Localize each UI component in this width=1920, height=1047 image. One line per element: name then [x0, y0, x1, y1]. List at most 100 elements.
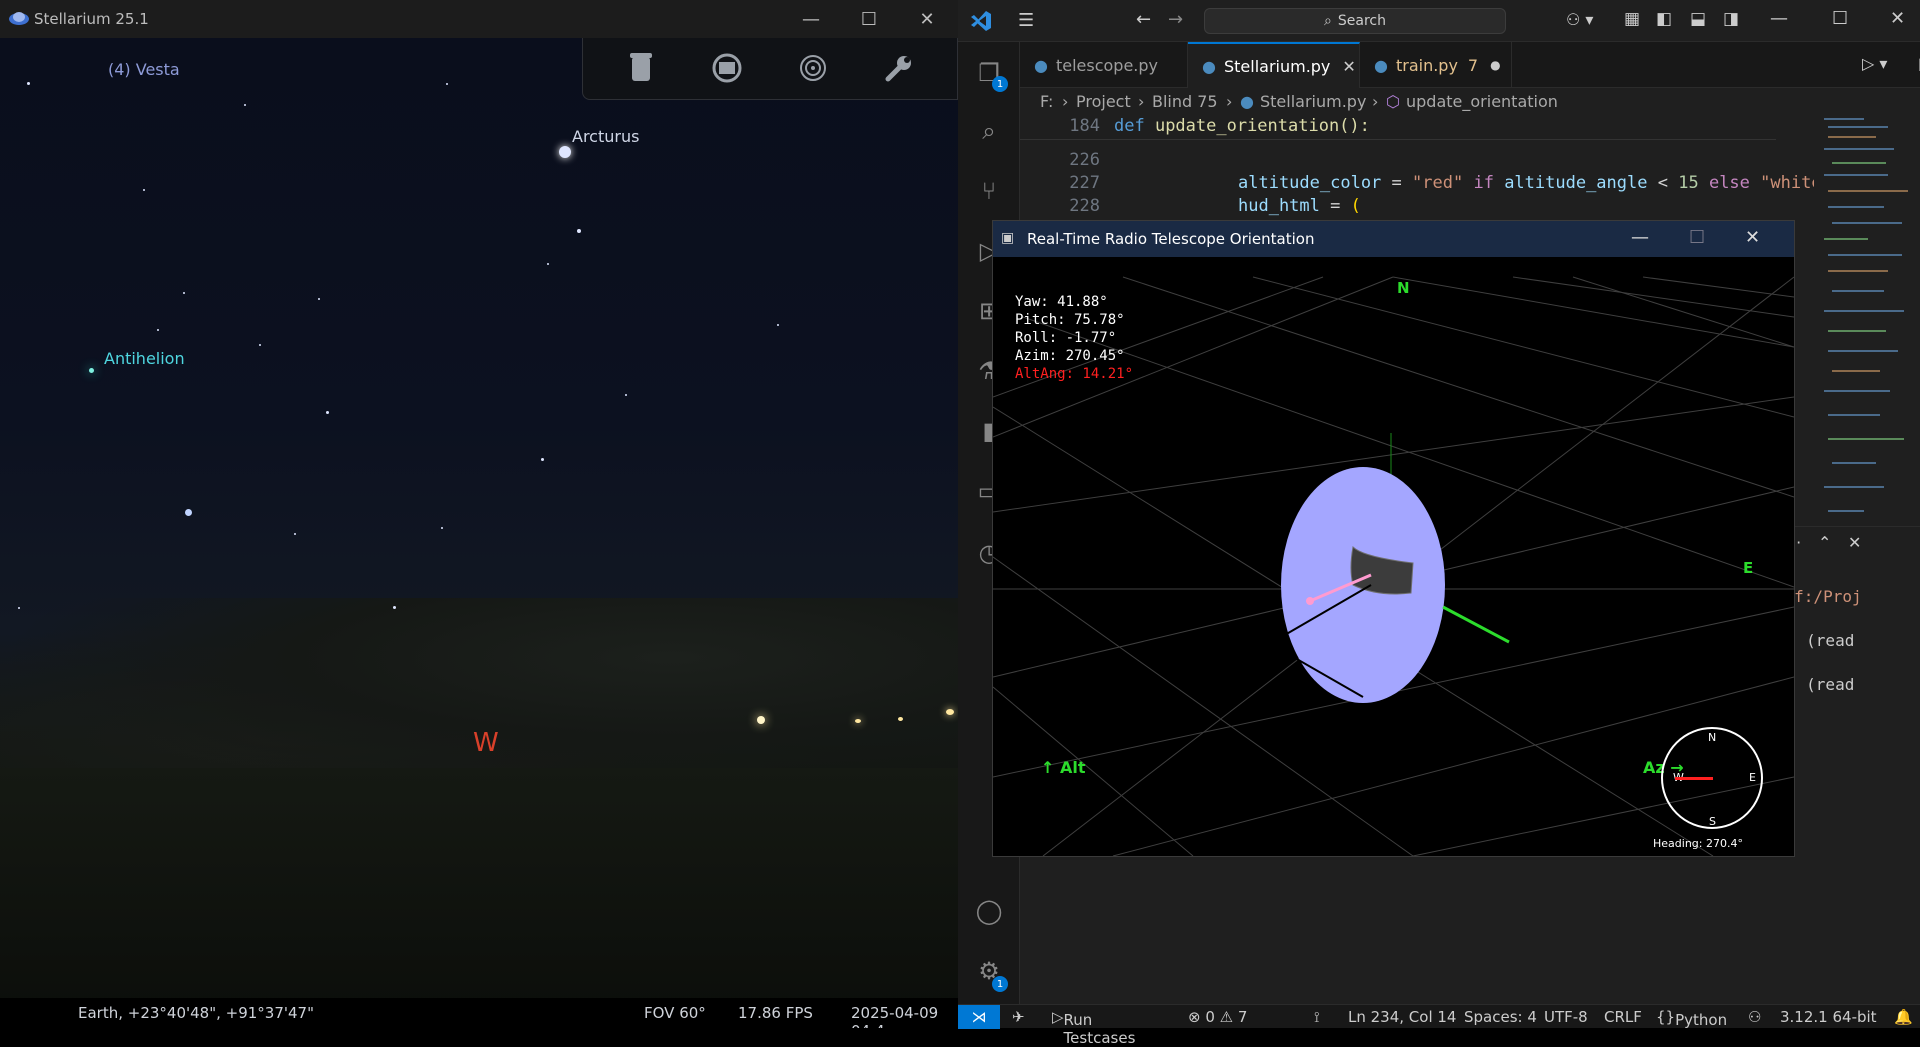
toggle-secondary-sidebar-icon[interactable]: ◨	[1723, 9, 1739, 29]
tab-telescope[interactable]: ● telescope.py	[1020, 42, 1188, 88]
copilot-icon[interactable]: ⚇ ▾	[1566, 10, 1593, 29]
antihelion-marker[interactable]	[89, 368, 94, 373]
radio-telescope-titlebar: ▣ Real-Time Radio Telescope Orientation …	[993, 221, 1794, 257]
source-control-icon[interactable]: ⑂	[970, 172, 1008, 210]
breadcrumb-item[interactable]: Blind 75	[1152, 92, 1218, 111]
sky-view[interactable]: (4) Vesta Arcturus Antihelion W	[0, 38, 958, 1028]
indentation[interactable]: Spaces: 4	[1464, 1008, 1537, 1026]
altitude-axis-label: ↑ Alt	[1041, 758, 1086, 777]
code-line-text: update_orientation():	[1154, 116, 1370, 136]
radio-telescope-window: ▣ Real-Time Radio Telescope Orientation …	[992, 220, 1795, 857]
breadcrumb-item[interactable]: Stellarium.py	[1260, 92, 1366, 111]
star	[393, 606, 396, 609]
breadcrumb-item[interactable]: F:	[1040, 92, 1053, 111]
altitude-angle-readout: AltAng: 14.21°	[1015, 366, 1134, 382]
minimap-line	[1828, 350, 1898, 352]
run-file-icon[interactable]: ▷ ▾	[1862, 54, 1887, 73]
minimap[interactable]	[1814, 114, 1920, 524]
stellarium-titlebar: Stellarium 25.1 — ☐ ✕	[0, 0, 958, 38]
encoding[interactable]: UTF-8	[1544, 1008, 1588, 1026]
line-number: 184	[1069, 116, 1100, 136]
wrench-icon[interactable]	[881, 50, 917, 86]
arcturus-label: Arcturus	[572, 127, 640, 146]
target-icon[interactable]	[795, 50, 831, 86]
python-file-icon: ●	[1374, 55, 1388, 75]
azimuth-readout: Azim: 270.45°	[1015, 348, 1125, 364]
language-label: Python	[1675, 1011, 1728, 1029]
breadcrumb-item[interactable]: Project	[1076, 92, 1131, 111]
app-icon: ▣	[1001, 230, 1015, 246]
close-button[interactable]: ✕	[1745, 227, 1760, 248]
arcturus-star[interactable]	[559, 146, 571, 158]
close-button[interactable]: ✕	[1890, 8, 1905, 29]
minimize-button[interactable]: —	[1770, 8, 1788, 29]
forward-arrow-icon[interactable]: →	[1168, 9, 1183, 30]
modified-dot-icon[interactable]: ●	[1490, 58, 1500, 72]
python-interpreter[interactable]: 3.12.1 64-bit	[1780, 1008, 1877, 1026]
fps-readout: 17.86 FPS	[738, 1004, 813, 1022]
search-icon[interactable]: ⌕	[970, 112, 1008, 150]
close-panel-icon[interactable]: ✕	[1848, 533, 1861, 552]
maximize-panel-icon[interactable]: ⌃	[1818, 533, 1831, 552]
breadcrumb-separator: ›	[1226, 92, 1233, 111]
tab-label: Stellarium.py	[1223, 56, 1331, 76]
layout-customize-icon[interactable]: ▦	[1624, 9, 1640, 29]
maximize-button[interactable]: ☐	[1832, 8, 1848, 29]
cursor-position[interactable]: Ln 234, Col 14	[1348, 1008, 1456, 1026]
roll-readout: Roll: -1.77°	[1015, 330, 1117, 346]
minimize-button[interactable]: —	[782, 0, 840, 38]
pitch-readout: Pitch: 75.78°	[1015, 312, 1125, 328]
close-tab-icon[interactable]: ✕	[1342, 57, 1355, 76]
language-mode[interactable]: {} Python	[1656, 1008, 1727, 1029]
radio-telescope-title: Real-Time Radio Telescope Orientation	[1027, 230, 1315, 248]
toggle-panel-icon[interactable]: ⬓	[1690, 9, 1706, 29]
minimap-line	[1824, 390, 1890, 392]
code-line: altitude_color = "red" if altitude_angle…	[1238, 173, 1832, 193]
line-ending[interactable]: CRLF	[1604, 1008, 1642, 1026]
vesta-star[interactable]	[185, 509, 192, 516]
star	[294, 533, 296, 535]
problems-indicator[interactable]: ⊗ 0 ⚠ 7	[1188, 1008, 1247, 1026]
ground-light	[946, 709, 954, 715]
copilot-status-icon[interactable]: ⚇	[1748, 1008, 1761, 1026]
maximize-button[interactable]: ☐	[1689, 227, 1705, 248]
back-arrow-icon[interactable]: ←	[1136, 9, 1151, 30]
ground-light	[757, 716, 765, 724]
rocket-icon[interactable]: ✈	[1012, 1008, 1025, 1026]
run-testcases-button[interactable]: ▷ Run Testcases	[1052, 1008, 1135, 1047]
tab-label: telescope.py	[1055, 55, 1159, 75]
yaw-readout: Yaw: 41.88°	[1015, 294, 1108, 310]
star	[441, 527, 443, 529]
python-file-icon: ●	[1202, 56, 1216, 76]
toggle-sidebar-icon[interactable]: ◧	[1656, 9, 1672, 29]
command-search-input[interactable]: ⌕ Search	[1204, 8, 1506, 34]
tab-train[interactable]: ● train.py 7 ●	[1360, 42, 1512, 88]
breadcrumb-separator: ›	[1372, 92, 1379, 111]
minimap-line	[1832, 462, 1876, 464]
minimap-line	[1832, 290, 1884, 292]
minimap-line	[1828, 270, 1888, 272]
account-icon[interactable]: ◯	[970, 892, 1008, 930]
minimize-button[interactable]: —	[1631, 227, 1649, 248]
tab-stellarium[interactable]: ● Stellarium.py ✕	[1188, 42, 1360, 88]
breadcrumb-item[interactable]: update_orientation	[1406, 92, 1558, 111]
code-line: hud_html = (	[1238, 196, 1361, 216]
menu-icon[interactable]: ☰	[1018, 10, 1034, 31]
close-button[interactable]: ✕	[898, 0, 956, 38]
window-icon[interactable]	[709, 50, 745, 86]
notifications-bell-icon[interactable]: 🔔	[1894, 1008, 1913, 1026]
trash-icon[interactable]	[623, 50, 659, 86]
search-icon: ⌕	[1324, 13, 1332, 29]
remote-indicator-icon[interactable]: ⋊	[958, 1005, 1000, 1029]
maximize-button[interactable]: ☐	[840, 0, 898, 38]
tab-label: train.py	[1395, 55, 1458, 75]
minimap-line	[1824, 174, 1888, 176]
line-number: 228	[1069, 196, 1100, 216]
breadcrumb: F: › Project › Blind 75 › ● Stellarium.p…	[1020, 90, 1920, 114]
breadcrumb-separator: ›	[1138, 92, 1145, 111]
stellarium-title: Stellarium 25.1	[34, 10, 149, 28]
python-file-icon: ●	[1240, 92, 1254, 111]
star	[143, 189, 145, 191]
star	[625, 394, 627, 396]
git-graph-icon[interactable]: ⟟	[1314, 1008, 1320, 1026]
